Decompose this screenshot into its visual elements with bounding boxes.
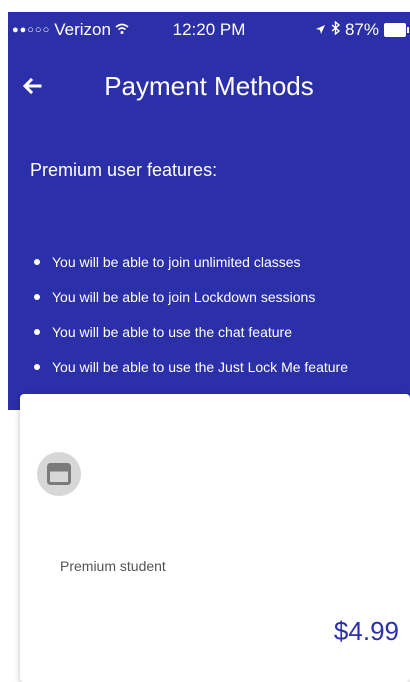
feature-text: You will be able to use the chat feature bbox=[52, 323, 292, 340]
bluetooth-icon bbox=[331, 20, 341, 40]
payment-plan-card[interactable]: Premium student $4.99 bbox=[20, 394, 410, 682]
feature-text: You will be able to use the Just Lock Me… bbox=[52, 358, 348, 375]
feature-text: You will be able to join Lockdown sessio… bbox=[52, 288, 316, 305]
bullet-icon bbox=[34, 328, 40, 335]
list-item: You will be able to join unlimited class… bbox=[30, 244, 348, 279]
list-item: You will be able to use the Just Lock Me… bbox=[30, 349, 348, 384]
feature-text: You will be able to join unlimited class… bbox=[52, 253, 301, 270]
location-arrow-icon bbox=[315, 20, 326, 40]
status-bar: ●●○○○ Verizon 12:20 PM 87% bbox=[8, 12, 410, 50]
list-item: You will be able to join Lockdown sessio… bbox=[30, 279, 348, 314]
features-list: You will be able to join unlimited class… bbox=[30, 244, 348, 384]
plan-name: Premium student bbox=[60, 558, 166, 574]
bullet-icon bbox=[34, 258, 40, 265]
plan-price: $4.99 bbox=[333, 616, 399, 646]
features-heading: Premium user features: bbox=[30, 160, 218, 180]
credit-card-icon bbox=[37, 452, 81, 496]
page-title: Payment Methods bbox=[104, 71, 314, 101]
status-indicators: 87% bbox=[315, 20, 409, 40]
list-item: You will be able to use the chat feature bbox=[30, 314, 348, 349]
header-panel: ●●○○○ Verizon 12:20 PM 87% Payment Metho… bbox=[8, 12, 410, 410]
battery-percent: 87% bbox=[344, 20, 379, 39]
battery-icon bbox=[384, 23, 409, 37]
bullet-icon bbox=[34, 293, 40, 300]
bullet-icon bbox=[34, 363, 40, 370]
